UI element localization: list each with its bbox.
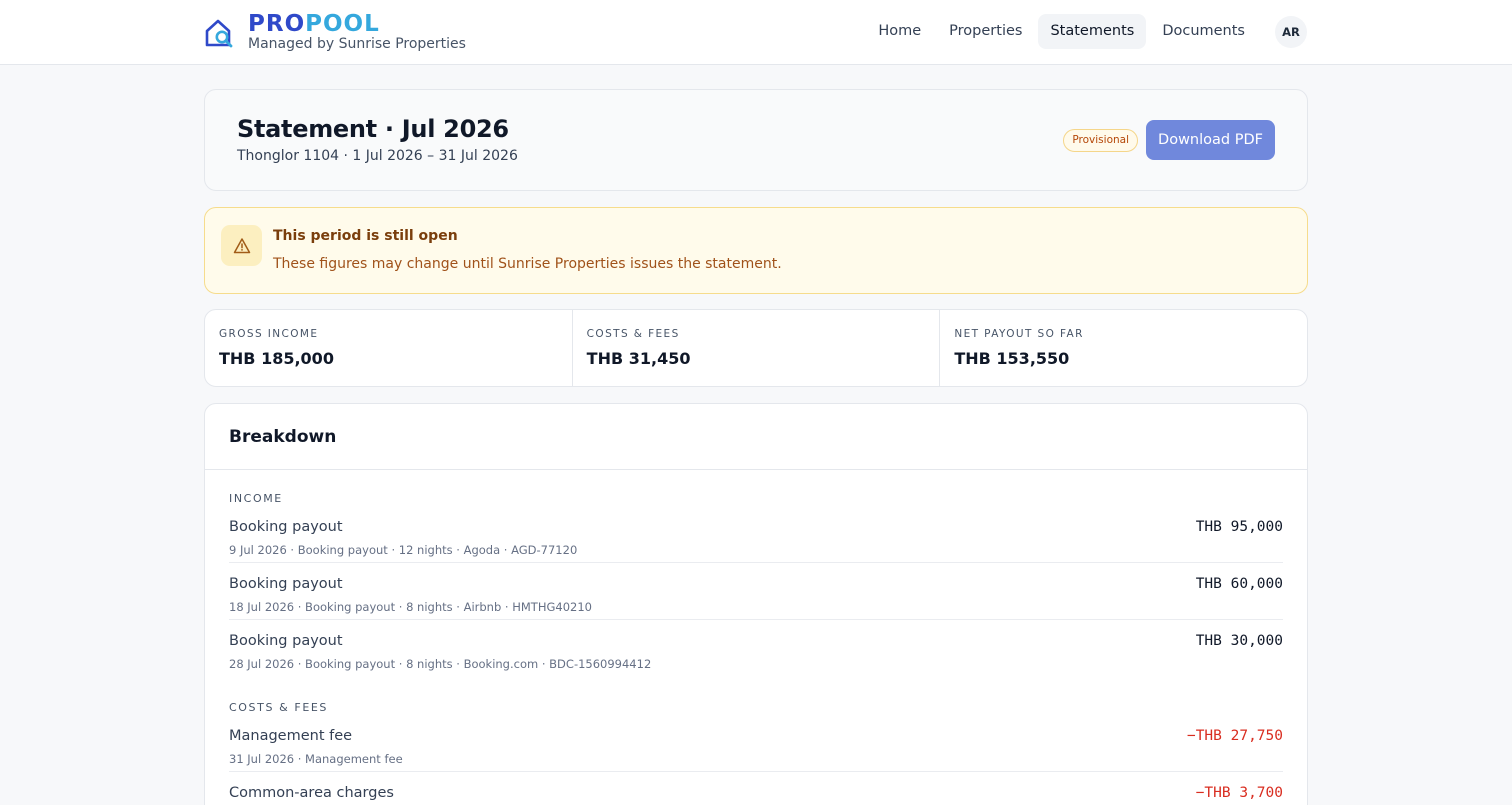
line-item-meta: 9 Jul 2026 · Booking payout · 12 nights … xyxy=(229,543,578,557)
line-item-row[interactable]: Common-area charges −THB 3,700 xyxy=(229,772,1283,805)
brand[interactable]: PROPOOL Managed by Sunrise Properties xyxy=(204,10,466,54)
section-label-costs: COSTS & FEES xyxy=(229,701,329,714)
line-item-amount: THB 60,000 xyxy=(1195,576,1283,592)
main-nav: Home Properties Statements Documents AR xyxy=(862,14,1307,49)
breakdown-title: Breakdown xyxy=(229,427,337,447)
total-label: NET PAYOUT SO FAR xyxy=(954,328,1084,340)
line-item-row[interactable]: Management fee 31 Jul 2026 · Management … xyxy=(229,715,1283,772)
total-label: GROSS INCOME xyxy=(219,328,319,340)
totals-summary: GROSS INCOME THB 185,000 COSTS & FEES TH… xyxy=(204,309,1308,387)
wordmark-pro: PRO xyxy=(248,10,306,37)
line-item-name: Booking payout xyxy=(229,576,343,592)
line-item-amount: −THB 27,750 xyxy=(1186,728,1283,744)
section-label-income: INCOME xyxy=(229,492,283,505)
line-item-meta: 31 Jul 2026 · Management fee xyxy=(229,752,403,766)
total-value: THB 153,550 xyxy=(954,349,1070,368)
statement-header-card: Statement · Jul 2026 Thonglor 1104 · 1 J… xyxy=(204,89,1308,191)
alert-title: This period is still open xyxy=(273,228,458,244)
status-badge: Provisional xyxy=(1063,129,1138,152)
total-gross-income: GROSS INCOME THB 185,000 xyxy=(205,310,573,386)
line-item-name: Management fee xyxy=(229,728,353,744)
line-item-row[interactable]: Booking payout 9 Jul 2026 · Booking payo… xyxy=(229,506,1283,563)
line-item-meta: 28 Jul 2026 · Booking payout · 8 nights … xyxy=(229,657,652,671)
download-pdf-button[interactable]: Download PDF xyxy=(1146,120,1275,160)
line-item-amount: THB 95,000 xyxy=(1195,519,1283,535)
nav-properties[interactable]: Properties xyxy=(937,14,1034,49)
house-search-icon xyxy=(205,19,233,48)
line-item-row[interactable]: Booking payout 18 Jul 2026 · Booking pay… xyxy=(229,563,1283,620)
breakdown-header: Breakdown xyxy=(205,404,1307,470)
total-value: THB 31,450 xyxy=(586,349,691,368)
alert-message: These figures may change until Sunrise P… xyxy=(273,256,782,272)
total-costs-fees: COSTS & FEES THB 31,450 xyxy=(573,310,941,386)
nav-statements[interactable]: Statements xyxy=(1038,14,1147,49)
breakdown-body: INCOME Booking payout 9 Jul 2026 · Booki… xyxy=(205,492,1307,805)
line-item-name: Booking payout xyxy=(229,633,343,649)
wordmark-pool: POOL xyxy=(305,10,380,37)
nav-documents[interactable]: Documents xyxy=(1150,14,1257,49)
line-item-name: Common-area charges xyxy=(229,785,394,801)
open-period-alert: This period is still open These figures … xyxy=(204,207,1308,294)
page-title: Statement · Jul 2026 xyxy=(237,115,509,143)
total-net-payout: NET PAYOUT SO FAR THB 153,550 xyxy=(940,310,1307,386)
line-item-meta: 18 Jul 2026 · Booking payout · 8 nights … xyxy=(229,600,592,614)
warning-icon xyxy=(221,225,262,266)
brand-wordmark: PROPOOL xyxy=(248,12,466,36)
brand-subtitle: Managed by Sunrise Properties xyxy=(248,35,466,52)
top-bar: PROPOOL Managed by Sunrise Properties Ho… xyxy=(0,0,1512,65)
line-item-row[interactable]: Booking payout 28 Jul 2026 · Booking pay… xyxy=(229,620,1283,677)
line-item-name: Booking payout xyxy=(229,519,343,535)
breakdown-card: Breakdown INCOME Booking payout 9 Jul 20… xyxy=(204,403,1308,805)
nav-home[interactable]: Home xyxy=(866,14,933,49)
line-item-amount: −THB 3,700 xyxy=(1195,785,1283,801)
total-label: COSTS & FEES xyxy=(586,328,680,340)
line-item-amount: THB 30,000 xyxy=(1195,633,1283,649)
statement-period: Thonglor 1104 · 1 Jul 2026 – 31 Jul 2026 xyxy=(237,148,518,164)
user-avatar[interactable]: AR xyxy=(1275,15,1307,48)
total-value: THB 185,000 xyxy=(219,349,334,368)
